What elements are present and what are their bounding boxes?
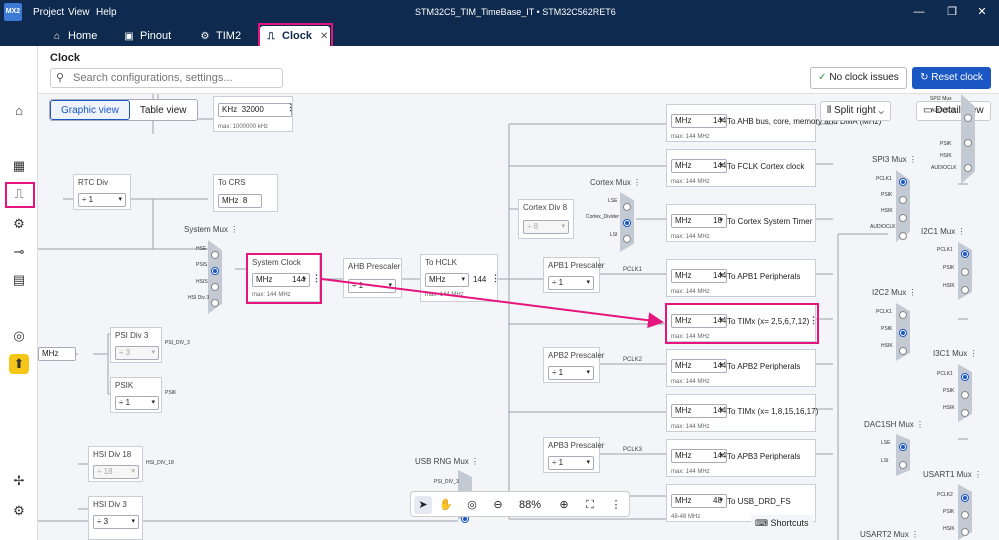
sidebar: ⌂ ▦ ⎍ ⚙ ⊸ ▤ ◎ ⬆ ✢ ⚙ bbox=[0, 46, 38, 540]
tab-home[interactable]: ⌂ Home bbox=[46, 26, 106, 46]
title-bar: MX2 Project View Help STM32C5_TIM_TimeBa… bbox=[0, 0, 999, 24]
tab-label: Home bbox=[68, 30, 98, 42]
no-clock-issues-button[interactable]: ✓ No clock issues bbox=[810, 67, 907, 89]
settings-icon[interactable]: ⚙ bbox=[9, 214, 29, 234]
maximize-button[interactable]: ❐ bbox=[938, 2, 966, 22]
tab-label: TIM2 bbox=[216, 30, 242, 42]
tab-tim2[interactable]: ⚙ TIM2 bbox=[194, 26, 250, 46]
minimize-button[interactable]: — bbox=[905, 2, 933, 22]
tab-bar: ⌂ Home ▣ Pinout ⚙ TIM2 ⎍ Clock ✕ bbox=[0, 24, 999, 46]
menu-project[interactable]: Project bbox=[33, 7, 64, 18]
menu-help[interactable]: Help bbox=[96, 7, 117, 18]
check-icon: ✓ bbox=[818, 72, 827, 83]
menu-view[interactable]: View bbox=[68, 7, 90, 18]
settings-gear-icon[interactable]: ⚙ bbox=[9, 501, 29, 521]
target-icon[interactable]: ◎ bbox=[9, 326, 29, 346]
puzzle-icon[interactable]: ✢ bbox=[9, 471, 29, 491]
search-box[interactable]: ⚲ bbox=[50, 68, 283, 88]
upload-icon[interactable]: ⬆ bbox=[9, 354, 29, 374]
clock-wave-icon: ⎍ bbox=[267, 31, 275, 42]
reset-clock-label: Reset clock bbox=[931, 72, 983, 83]
search-icon: ⚲ bbox=[56, 72, 65, 84]
reset-clock-button[interactable]: ↻ Reset clock bbox=[912, 67, 991, 89]
tab-label: Pinout bbox=[140, 30, 172, 42]
tab-label: Clock bbox=[282, 30, 312, 42]
chip-icon[interactable]: ▦ bbox=[9, 156, 29, 176]
highlight-arrow bbox=[321, 278, 664, 329]
home-icon: ⌂ bbox=[53, 31, 61, 42]
tab-pinout[interactable]: ▣ Pinout bbox=[118, 26, 178, 46]
search-input[interactable] bbox=[73, 70, 278, 86]
reset-icon: ↻ bbox=[920, 72, 929, 83]
gear-icon: ⚙ bbox=[200, 31, 210, 42]
close-tab-icon[interactable]: ✕ bbox=[320, 31, 328, 42]
window-title: STM32C5_TIM_TimeBase_IT • STM32C562RET6 bbox=[415, 7, 616, 17]
clock-wave-icon[interactable]: ⎍ bbox=[9, 184, 29, 204]
no-clock-issues-label: No clock issues bbox=[829, 72, 899, 83]
clock-header: Clock ⚲ ✓ No clock issues ↻ Reset clock bbox=[38, 46, 999, 94]
chip-icon: ▣ bbox=[124, 31, 134, 42]
app-logo: MX2 bbox=[4, 3, 22, 21]
connection-icon[interactable]: ⊸ bbox=[9, 242, 29, 262]
clock-tree-canvas[interactable]: Graphic view Table view KHz 32000 max: 10… bbox=[38, 94, 999, 540]
close-window-button[interactable]: ✕ bbox=[968, 2, 996, 22]
page-title: Clock bbox=[50, 52, 80, 64]
tab-clock[interactable]: ⎍ Clock ✕ bbox=[260, 26, 330, 46]
board-icon[interactable]: ▤ bbox=[9, 270, 29, 290]
home-icon[interactable]: ⌂ bbox=[9, 101, 29, 121]
